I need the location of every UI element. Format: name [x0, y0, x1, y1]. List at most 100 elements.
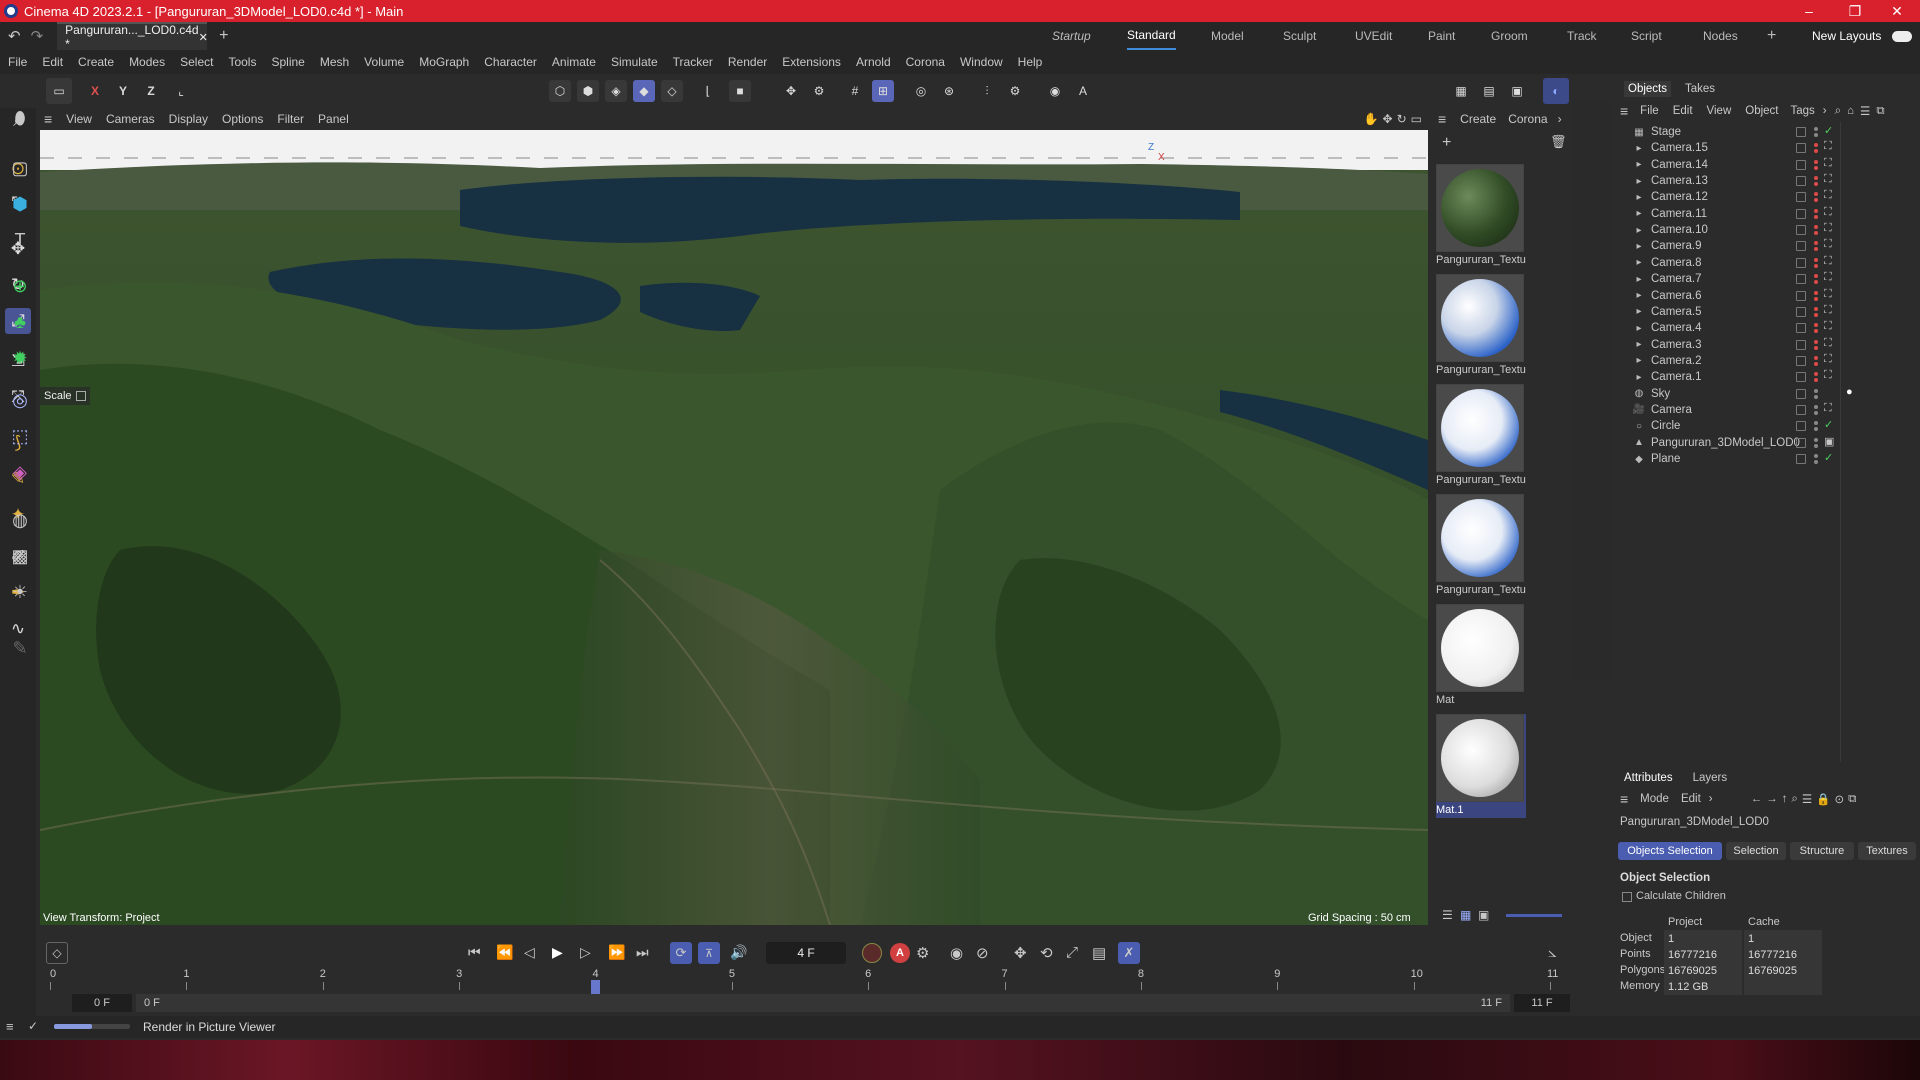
camera-target-tag-icon[interactable]: ⛶	[1824, 255, 1832, 268]
editor-visibility-dot[interactable]	[1814, 241, 1818, 246]
objects-menu-tags[interactable]: Tags	[1791, 105, 1815, 117]
null-object-icon[interactable]: ⬚	[6, 422, 34, 450]
points-mode-icon[interactable]: ⬡	[549, 80, 571, 102]
key-scale-icon[interactable]: ⤢	[1066, 944, 1078, 961]
forward-arrow-icon[interactable]: →	[1766, 793, 1778, 805]
motion-record-icon[interactable]: ◉	[950, 944, 963, 962]
render-settings-icon[interactable]: ⊛	[938, 80, 960, 102]
objects-more-icon[interactable]: ›	[1823, 105, 1827, 117]
calculate-children-checkbox[interactable]	[1622, 892, 1632, 902]
close-tab-icon[interactable]: ✕	[199, 31, 208, 44]
editor-visibility-dot[interactable]	[1814, 339, 1818, 344]
texture-tag-icon[interactable]: ▣	[1824, 435, 1834, 448]
tag-icon[interactable]: ◈	[6, 458, 34, 486]
editor-visibility-dot[interactable]	[1814, 372, 1818, 377]
camera-target-tag-icon[interactable]: ⛶	[1824, 189, 1832, 202]
textures-button[interactable]: Textures	[1858, 842, 1916, 860]
undo-icon[interactable]: ↶	[8, 27, 21, 45]
menu-extensions[interactable]: Extensions	[782, 55, 841, 69]
tab-objects[interactable]: Objects	[1624, 81, 1671, 97]
3d-viewport[interactable]: Z X	[40, 130, 1428, 925]
render-visibility-dot[interactable]	[1814, 329, 1818, 334]
attributes-hamburger-icon[interactable]: ≡	[1620, 791, 1628, 807]
start-frame-field[interactable]: 0 F	[72, 994, 132, 1012]
editor-visibility-dot[interactable]	[1814, 355, 1818, 360]
layout-standard[interactable]: Standard	[1127, 22, 1176, 50]
record-keys-icon[interactable]: ◎	[910, 80, 932, 102]
render-visibility-dot[interactable]	[1814, 296, 1818, 301]
new-layouts-toggle[interactable]	[1892, 31, 1912, 42]
menu-select[interactable]: Select	[180, 55, 213, 69]
menu-edit[interactable]: Edit	[42, 55, 63, 69]
generator-icon[interactable]: ⊕	[6, 272, 34, 300]
camera-target-tag-icon[interactable]: ⛶	[1824, 402, 1832, 415]
uv-mode-icon[interactable]: ◇	[661, 80, 683, 102]
material-item[interactable]: Pangururan_Textu	[1436, 164, 1526, 268]
object-row[interactable]: ◆ Plane ✓	[1614, 449, 1920, 469]
timeline-graph-icon[interactable]: ⦣	[1548, 944, 1557, 961]
thumbnail-size-slider[interactable]	[1506, 914, 1562, 917]
timeline-ruler[interactable]: 0 1 2 3 4 5 6 7 8 9 10 11	[50, 968, 1560, 994]
large-view-icon[interactable]: ▣	[1478, 908, 1489, 922]
render-visibility-dot[interactable]	[1814, 410, 1818, 415]
camera-target-tag-icon[interactable]: ⛶	[1824, 320, 1832, 333]
tab-layers[interactable]: Layers	[1693, 772, 1728, 784]
objects-menu-view[interactable]: View	[1707, 105, 1732, 117]
layer-flag-icon[interactable]	[1796, 355, 1806, 366]
menu-window[interactable]: Window	[960, 55, 1003, 69]
menu-spline[interactable]: Spline	[271, 55, 304, 69]
previous-frame-icon[interactable]: ◁	[524, 944, 535, 961]
model-mode-icon[interactable]: ◆	[633, 80, 655, 102]
layer-flag-icon[interactable]	[1796, 437, 1806, 448]
render-visibility-dot[interactable]	[1814, 280, 1818, 285]
objects-home-icon[interactable]: ⌂	[1847, 105, 1854, 117]
layout-nodes[interactable]: Nodes	[1703, 22, 1738, 50]
viewport-hamburger-icon[interactable]: ≡	[44, 111, 52, 127]
next-key-icon[interactable]: ⏩	[608, 944, 625, 961]
key-position-icon[interactable]: ✥	[1014, 944, 1027, 962]
tab-takes[interactable]: Takes	[1685, 83, 1715, 95]
layer-flag-icon[interactable]	[1796, 208, 1806, 219]
preview-range-icon[interactable]: ⊼	[698, 942, 720, 964]
objects-selection-button[interactable]: Objects Selection	[1618, 842, 1722, 860]
camera-rig-icon[interactable]: ▩	[6, 542, 34, 570]
previous-key-icon[interactable]: ⏪	[496, 944, 513, 961]
axis-x-lock[interactable]: X	[84, 80, 106, 102]
editor-visibility-dot[interactable]	[1814, 290, 1818, 295]
material-item[interactable]: Mat	[1436, 604, 1526, 708]
layer-flag-icon[interactable]	[1796, 176, 1806, 187]
editor-visibility-dot[interactable]	[1814, 323, 1818, 328]
render-visibility-dot[interactable]	[1814, 149, 1818, 154]
play-icon[interactable]: ▶	[552, 944, 563, 961]
render-visibility-dot[interactable]	[1814, 133, 1818, 137]
axis-y-lock[interactable]: Y	[112, 80, 134, 102]
editor-visibility-dot[interactable]	[1814, 127, 1818, 131]
menu-mograph[interactable]: MoGraph	[419, 55, 469, 69]
edit-render-settings-icon[interactable]: ▣	[1506, 80, 1528, 102]
menu-animate[interactable]: Animate	[552, 55, 596, 69]
spline-object-icon[interactable]: ▢	[6, 154, 34, 182]
editor-visibility-dot[interactable]	[1814, 421, 1818, 426]
cube-object-icon[interactable]: ⬢	[6, 190, 34, 218]
viewport-menu-panel[interactable]: Panel	[318, 112, 349, 126]
menu-corona[interactable]: Corona	[906, 55, 945, 69]
menu-render[interactable]: Render	[728, 55, 767, 69]
render-visibility-dot[interactable]	[1814, 198, 1818, 203]
viewport-menu-filter[interactable]: Filter	[277, 112, 304, 126]
coordinate-system-icon[interactable]: ⌞	[170, 80, 192, 102]
grid-view-icon[interactable]: ▦	[1460, 908, 1471, 922]
back-arrow-icon[interactable]: ←	[1751, 793, 1763, 805]
go-to-start-icon[interactable]: ⏮	[468, 944, 481, 961]
editor-visibility-dot[interactable]	[1814, 143, 1818, 148]
layout-uvedit[interactable]: UVEdit	[1355, 22, 1392, 50]
menu-tracker[interactable]: Tracker	[673, 55, 713, 69]
camera-target-tag-icon[interactable]: ⛶	[1824, 337, 1832, 350]
hud-pin-icon[interactable]	[75, 391, 86, 401]
sky-environment-icon[interactable]: ◍	[6, 506, 34, 534]
axis-z-lock[interactable]: Z	[140, 80, 162, 102]
maximize-view-icon[interactable]: ▭	[1411, 112, 1422, 126]
end-frame-field[interactable]: 11 F	[1514, 994, 1570, 1012]
viewport-solo-icon[interactable]: ▭	[46, 78, 72, 104]
layer-flag-icon[interactable]	[1796, 290, 1806, 301]
layer-flag-icon[interactable]	[1796, 143, 1806, 154]
